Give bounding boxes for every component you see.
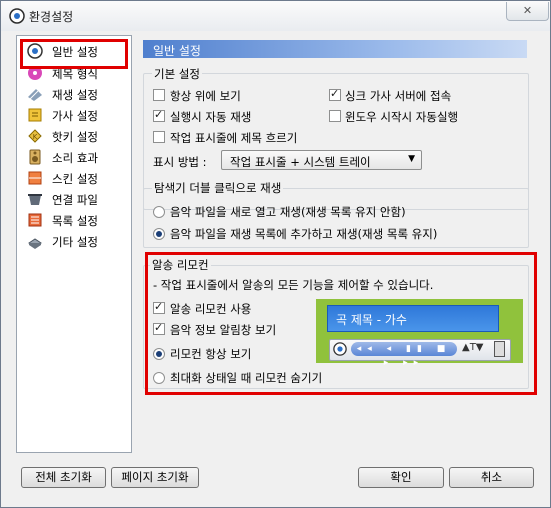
add-to-list-label: 음악 파일을 재생 목록에 추가하고 재생(재생 목록 유지) bbox=[170, 227, 438, 241]
nav-item-playback[interactable]: 재생 설정 bbox=[23, 84, 129, 104]
settings-window: 환경설정 ✕ 일반 설정 제목 형식 재생 설정 가사 설정 K 핫키 설정 소… bbox=[0, 0, 551, 508]
open-new-label: 음악 파일을 새로 열고 재생(재생 목록 유지 안함) bbox=[170, 205, 406, 219]
open-new-radio[interactable] bbox=[153, 206, 165, 218]
reset-all-button[interactable]: 전체 초기화 bbox=[21, 467, 106, 488]
close-button[interactable]: ✕ bbox=[506, 2, 549, 21]
list-settings-icon bbox=[28, 213, 42, 227]
app-icon bbox=[9, 8, 25, 24]
nav-item-other[interactable]: 기타 설정 bbox=[23, 231, 129, 251]
playback-settings-icon bbox=[28, 89, 42, 101]
reset-page-button[interactable]: 페이지 초기화 bbox=[111, 467, 199, 488]
section-header: 일반 설정 bbox=[143, 40, 527, 58]
hotkey-settings-icon: K bbox=[28, 129, 42, 143]
skin-settings-icon bbox=[28, 171, 42, 185]
sync-lyrics-checkbox[interactable] bbox=[329, 87, 341, 101]
sync-lyrics-label: 싱크 가사 서버에 접속 bbox=[345, 89, 452, 103]
selected-item-highlight bbox=[20, 39, 128, 69]
chevron-down-icon: ▼ bbox=[408, 154, 415, 164]
sound-effect-icon bbox=[29, 149, 41, 165]
cancel-button[interactable]: 취소 bbox=[449, 467, 534, 488]
nav-label: 가사 설정 bbox=[52, 109, 98, 123]
window-title: 환경설정 bbox=[29, 10, 74, 24]
basic-settings-title: 기본 설정 bbox=[152, 66, 202, 82]
autoplay-checkbox[interactable] bbox=[153, 108, 165, 122]
nav-label: 스킨 설정 bbox=[52, 172, 98, 186]
autoplay-label: 실행시 자동 재생 bbox=[170, 110, 252, 124]
display-method-value: 작업 표시줄 + 시스템 트레이 bbox=[230, 155, 371, 169]
remote-highlight bbox=[145, 252, 537, 395]
title-bar: 환경설정 ✕ bbox=[1, 1, 550, 31]
other-settings-icon bbox=[28, 238, 42, 249]
nav-label: 연결 파일 bbox=[52, 193, 98, 207]
nav-label: 소리 효과 bbox=[52, 151, 98, 165]
nav-item-sound-effect[interactable]: 소리 효과 bbox=[23, 147, 129, 167]
windows-startup-label: 윈도우 시작시 자동실행 bbox=[345, 110, 459, 124]
nav-label: 기타 설정 bbox=[52, 235, 98, 249]
taskbar-scroll-label: 작업 표시줄에 제목 흐르기 bbox=[170, 131, 298, 145]
always-on-top-label: 항상 위에 보기 bbox=[170, 89, 241, 103]
add-to-list-radio[interactable] bbox=[153, 228, 165, 240]
section-title: 일반 설정 bbox=[153, 44, 201, 58]
display-method-select[interactable]: 작업 표시줄 + 시스템 트레이 ▼ bbox=[221, 150, 422, 170]
nav-item-hotkey[interactable]: K 핫키 설정 bbox=[23, 126, 129, 146]
nav-item-lyrics[interactable]: 가사 설정 bbox=[23, 105, 129, 125]
display-method-label: 표시 방법 : bbox=[153, 155, 207, 169]
windows-startup-checkbox[interactable] bbox=[329, 110, 341, 122]
svg-text:K: K bbox=[33, 133, 38, 141]
file-association-icon bbox=[28, 194, 42, 205]
ok-button[interactable]: 확인 bbox=[358, 467, 444, 488]
always-on-top-checkbox[interactable] bbox=[153, 89, 165, 101]
settings-nav: 일반 설정 제목 형식 재생 설정 가사 설정 K 핫키 설정 소리 효과 스킨… bbox=[16, 35, 132, 453]
nav-item-skin[interactable]: 스킨 설정 bbox=[23, 168, 129, 188]
nav-item-file-association[interactable]: 연결 파일 bbox=[23, 189, 129, 209]
nav-label: 재생 설정 bbox=[52, 88, 98, 102]
lyrics-settings-icon bbox=[28, 108, 42, 122]
explorer-group-title: 탐색기 더블 클릭으로 재생 bbox=[152, 180, 284, 196]
taskbar-scroll-checkbox[interactable] bbox=[153, 131, 165, 143]
nav-label: 핫키 설정 bbox=[52, 130, 98, 144]
close-icon: ✕ bbox=[522, 4, 533, 17]
nav-item-list[interactable]: 목록 설정 bbox=[23, 210, 129, 230]
nav-label: 목록 설정 bbox=[52, 214, 98, 228]
